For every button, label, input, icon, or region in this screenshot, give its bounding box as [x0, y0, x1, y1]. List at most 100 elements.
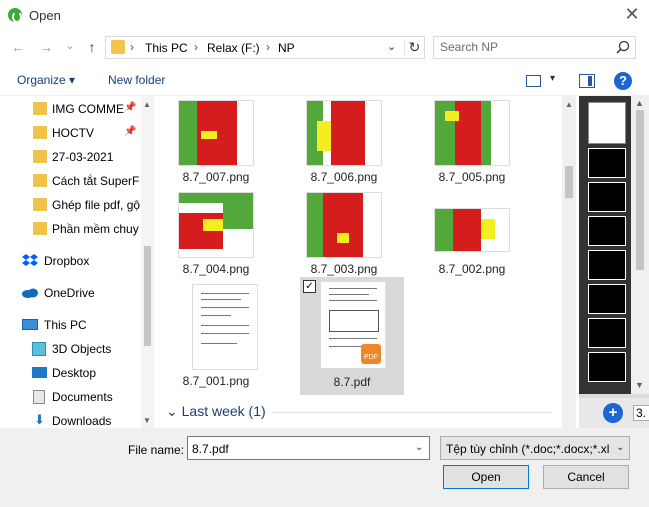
- sidebar-item-phan-mem-chuy[interactable]: Phần mềm chuy: [0, 218, 140, 240]
- page-thumbnail[interactable]: [588, 318, 626, 348]
- change-view-icon[interactable]: [526, 75, 541, 87]
- pdf-page-thumbnails[interactable]: [579, 96, 631, 394]
- file-thumbnail: [434, 100, 510, 166]
- file-item[interactable]: 8.7_001.png: [164, 280, 268, 388]
- sidebar-item-cach-tat-superfe[interactable]: Cách tắt SuperFe: [0, 170, 140, 192]
- sidebar-item-img-comme[interactable]: IMG COMME 📌: [0, 98, 140, 120]
- scrollbar-thumb[interactable]: [144, 246, 151, 346]
- pin-icon: 📌: [124, 126, 137, 137]
- page-thumbnail[interactable]: [588, 284, 626, 314]
- scroll-up-arrow[interactable]: ▲: [565, 100, 573, 109]
- breadcrumb-separator: ›: [266, 40, 270, 54]
- sidebar-item-label: IMG COMME: [52, 102, 124, 116]
- file-item[interactable]: 8.7_005.png: [420, 96, 524, 198]
- file-name: 8.7_004.png: [182, 262, 250, 276]
- new-folder-button[interactable]: New folder: [108, 73, 165, 87]
- back-button[interactable]: ←: [9, 39, 27, 55]
- file-name-value: 8.7.pdf: [192, 442, 229, 456]
- file-thumbnail: [306, 100, 382, 166]
- breadcrumb-separator: ›: [130, 40, 134, 54]
- view-options-dropdown[interactable]: ▾: [550, 73, 555, 84]
- up-button[interactable]: ↑: [83, 39, 101, 55]
- zoom-in-button[interactable]: +: [603, 403, 623, 423]
- chevron-down-icon[interactable]: ⌄: [415, 442, 423, 453]
- page-thumbnail[interactable]: [588, 148, 626, 178]
- scroll-down-arrow[interactable]: ▼: [143, 416, 151, 425]
- page-thumbnail[interactable]: [588, 216, 626, 246]
- sidebar-item-documents[interactable]: Documents: [0, 386, 140, 408]
- breadcrumb-np[interactable]: NP: [278, 41, 295, 55]
- file-item[interactable]: 8.7_007.png: [164, 96, 268, 198]
- refresh-button[interactable]: ↻: [404, 39, 424, 56]
- navigation-pane: IMG COMME 📌 HOCTV 📌 27-03-2021 Cách tắt …: [0, 96, 154, 428]
- sidebar-item-label: Documents: [52, 390, 113, 404]
- folder-icon: [33, 102, 47, 115]
- help-icon[interactable]: ?: [614, 72, 632, 90]
- open-button[interactable]: Open: [443, 465, 529, 489]
- scroll-up-arrow[interactable]: ▲: [143, 100, 151, 109]
- preview-scrollbar[interactable]: ▲ ▼: [631, 96, 649, 394]
- sidebar-item-desktop[interactable]: Desktop: [0, 362, 140, 384]
- search-input[interactable]: [440, 40, 610, 54]
- file-name: 8.7_005.png: [438, 170, 506, 184]
- sidebar-item-this-pc[interactable]: This PC: [0, 314, 140, 336]
- preview-pane: ▲ ▼ + 3.: [579, 96, 649, 428]
- sidebar-item-label: 3D Objects: [52, 342, 112, 356]
- app-logo-icon: [8, 8, 22, 23]
- folder-icon: [33, 150, 47, 163]
- file-type-select[interactable]: Tệp tùy chỉnh (*.doc;*.docx;*.xl ⌄: [440, 436, 630, 460]
- page-thumbnail[interactable]: [588, 182, 626, 212]
- sidebar-item-label: Dropbox: [44, 254, 90, 268]
- page-thumbnail[interactable]: [588, 250, 626, 280]
- sidebar-item-27-03-2021[interactable]: 27-03-2021: [0, 146, 140, 168]
- sidebar-item-label: Phần mềm chuy: [52, 222, 139, 236]
- sidebar-item-label: Downloads: [52, 414, 112, 428]
- file-thumbnail: [178, 192, 254, 258]
- zoom-level-field[interactable]: 3.: [633, 405, 649, 421]
- sidebar-scrollbar[interactable]: ▲ ▼: [141, 96, 154, 428]
- file-list-scrollbar[interactable]: ▲: [562, 96, 576, 428]
- page-thumbnail[interactable]: [588, 102, 626, 144]
- page-thumbnail[interactable]: [588, 352, 626, 382]
- file-item-selected[interactable]: ✓ PDF 8.7.pdf: [300, 277, 404, 395]
- file-item[interactable]: 8.7_003.png: [292, 188, 396, 290]
- organize-button[interactable]: Organize ▾: [17, 73, 75, 87]
- download-arrow-icon: ⬇: [34, 412, 45, 427]
- search-box[interactable]: [433, 36, 636, 59]
- scroll-up-arrow[interactable]: ▲: [635, 98, 644, 108]
- sidebar-item-onedrive[interactable]: OneDrive: [0, 282, 140, 304]
- sidebar-item-3d-objects[interactable]: 3D Objects: [0, 338, 140, 360]
- preview-pane-icon[interactable]: [579, 74, 595, 88]
- scrollbar-thumb[interactable]: [636, 110, 644, 270]
- sidebar-item-label: OneDrive: [44, 286, 95, 300]
- recent-locations-button[interactable]: ⌄: [61, 39, 79, 52]
- address-bar[interactable]: › This PC › Relax (F:) › NP ⌄ ↻: [105, 36, 425, 59]
- breadcrumb-relax-drive[interactable]: Relax (F:): [207, 41, 260, 55]
- file-item[interactable]: 8.7_006.png: [292, 96, 396, 198]
- group-divider: [272, 412, 552, 413]
- breadcrumb-this-pc[interactable]: This PC: [145, 41, 188, 55]
- sidebar-item-dropbox[interactable]: Dropbox: [0, 250, 140, 272]
- file-name: 8.7.pdf: [333, 375, 371, 389]
- title-bar: Open ✕: [0, 0, 649, 31]
- scrollbar-thumb[interactable]: [565, 166, 573, 198]
- file-name-field[interactable]: 8.7.pdf ⌄: [187, 436, 430, 460]
- file-item[interactable]: 8.7_002.png: [420, 188, 524, 290]
- sidebar-item-label: 27-03-2021: [52, 150, 114, 164]
- selection-checkbox[interactable]: ✓: [303, 280, 316, 293]
- cancel-button[interactable]: Cancel: [543, 465, 629, 489]
- sidebar-item-label: Desktop: [52, 366, 97, 380]
- folder-icon: [33, 174, 47, 187]
- forward-button[interactable]: →: [37, 39, 55, 55]
- dropbox-icon: [22, 254, 38, 266]
- address-dropdown-button[interactable]: ⌄: [387, 40, 396, 53]
- sidebar-item-ghep-file-pdf[interactable]: Ghép file pdf, gộ: [0, 194, 140, 216]
- file-item[interactable]: 8.7_004.png: [164, 188, 268, 290]
- chevron-down-icon: ⌄: [166, 403, 178, 419]
- file-thumbnail: PDF: [320, 281, 386, 369]
- group-header-last-week[interactable]: ⌄ Last week (1): [166, 403, 266, 420]
- close-button[interactable]: ✕: [624, 5, 640, 23]
- sidebar-item-downloads[interactable]: ⬇ Downloads: [0, 410, 140, 429]
- scroll-down-arrow[interactable]: ▼: [635, 380, 644, 390]
- sidebar-item-hoctv[interactable]: HOCTV 📌: [0, 122, 140, 144]
